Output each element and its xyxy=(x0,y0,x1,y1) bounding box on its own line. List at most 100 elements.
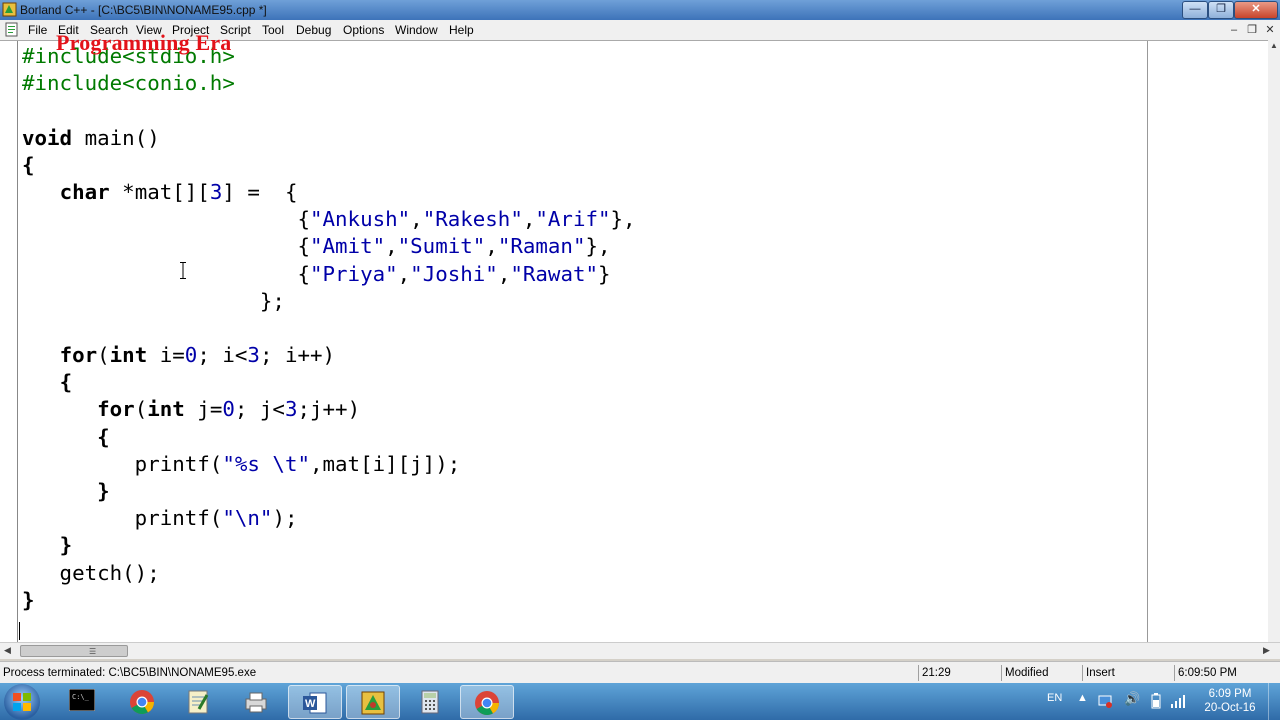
modified-indicator: Modified xyxy=(1005,667,1049,679)
windows-logo-icon xyxy=(13,693,31,711)
code-line[interactable]: char *mat[][3] = { xyxy=(22,179,636,206)
code-line[interactable]: void main() xyxy=(22,125,636,152)
taskbar-notepad[interactable] xyxy=(172,685,224,717)
taskbar-calculator[interactable] xyxy=(404,685,456,717)
svg-text:C:\_: C:\_ xyxy=(72,693,90,701)
code-line[interactable]: {"Ankush","Rakesh","Arif"}, xyxy=(22,206,636,233)
status-time: 6:09:50 PM xyxy=(1178,667,1237,679)
code-line[interactable]: printf("%s \t",mat[i][j]); xyxy=(22,451,636,478)
code-line[interactable]: } xyxy=(22,587,636,614)
show-desktop-button[interactable] xyxy=(1268,683,1280,720)
document-icon[interactable] xyxy=(4,22,19,37)
child-minimize-button[interactable]: – xyxy=(1226,23,1242,37)
status-separator xyxy=(1174,665,1175,681)
code-editor[interactable]: #include<stdio.h> #include<conio.h> void … xyxy=(0,30,1268,643)
code-line[interactable] xyxy=(22,97,636,124)
minimize-button[interactable]: — xyxy=(1182,1,1208,19)
code-line[interactable]: for(int j=0; j<3;j++) xyxy=(22,396,636,423)
code-line[interactable]: } xyxy=(22,478,636,505)
taskbar-chrome[interactable] xyxy=(116,685,168,717)
taskbar-word[interactable]: W xyxy=(288,685,342,719)
code-line[interactable]: printf("\n"); xyxy=(22,505,636,532)
horizontal-scrollbar[interactable]: ◀ ☰ ▶ xyxy=(0,642,1280,659)
code-token: , xyxy=(522,207,536,232)
status-message: Process terminated: C:\BC5\BIN\NONAME95.… xyxy=(3,667,257,679)
taskbar-cmd[interactable]: C:\_ xyxy=(56,685,108,717)
chrome-icon xyxy=(130,690,154,715)
command-prompt-icon: C:\_ xyxy=(69,689,95,711)
code-line[interactable] xyxy=(22,315,636,342)
child-restore-button[interactable]: ❐ xyxy=(1244,23,1260,37)
close-icon: ✕ xyxy=(1251,3,1261,15)
start-button[interactable] xyxy=(4,684,40,720)
network-signal-icon[interactable] xyxy=(1170,693,1186,709)
code-token: { xyxy=(22,152,35,177)
system-clock[interactable]: 6:09 PM 20-Oct-16 xyxy=(1200,687,1260,715)
code-line[interactable]: }; xyxy=(22,288,636,315)
editor-gutter-edge xyxy=(17,41,18,643)
menu-debug[interactable]: Debug xyxy=(296,23,331,37)
code-line[interactable]: #include<conio.h> xyxy=(22,70,636,97)
code-token: 3 xyxy=(209,179,223,204)
close-button[interactable]: ✕ xyxy=(1234,1,1278,19)
scroll-left-icon[interactable]: ◀ xyxy=(4,645,11,656)
code-line[interactable]: {"Amit","Sumit","Raman"}, xyxy=(22,233,636,260)
code-token: "Raman" xyxy=(497,234,586,259)
notepad-icon xyxy=(188,690,209,714)
code-line[interactable]: { xyxy=(22,369,636,396)
language-indicator[interactable]: EN xyxy=(1047,692,1062,704)
code-token: ( xyxy=(134,397,148,422)
code-line[interactable]: } xyxy=(22,532,636,559)
status-separator xyxy=(918,665,919,681)
maximize-button[interactable]: ❐ xyxy=(1208,1,1234,19)
calculator-icon xyxy=(421,690,439,714)
menu-tool[interactable]: Tool xyxy=(262,23,284,37)
code-token: } xyxy=(22,587,35,612)
chrome-icon xyxy=(475,691,499,716)
taskbar-chrome-2[interactable] xyxy=(460,685,514,719)
code-line[interactable]: { xyxy=(22,152,636,179)
menu-options[interactable]: Options xyxy=(343,23,384,37)
show-hidden-icons-icon[interactable]: ▲ xyxy=(1077,692,1088,704)
code-line[interactable]: { xyxy=(22,424,636,451)
cursor-position: 21:29 xyxy=(922,667,951,679)
menu-window[interactable]: Window xyxy=(395,23,438,37)
code-token: char xyxy=(59,179,110,204)
scrollbar-thumb[interactable]: ☰ xyxy=(20,645,128,657)
taskbar-printer[interactable] xyxy=(230,685,282,717)
code-token: ;j++) xyxy=(297,397,361,422)
menu-help[interactable]: Help xyxy=(449,23,474,37)
vertical-scrollbar[interactable]: ▲ xyxy=(1268,40,1280,642)
code-token: , xyxy=(385,234,398,259)
code-token: int xyxy=(109,343,148,368)
source-code[interactable]: #include<stdio.h> #include<conio.h> void … xyxy=(22,43,636,614)
code-token: #include<conio.h> xyxy=(22,71,235,96)
printer-icon xyxy=(245,692,267,713)
scroll-up-icon[interactable]: ▲ xyxy=(1268,40,1280,52)
code-token: { xyxy=(22,207,310,232)
code-token: 0 xyxy=(184,343,198,368)
ibeam-cursor-icon xyxy=(180,262,186,279)
code-token: "Rawat" xyxy=(510,261,599,286)
menu-file[interactable]: File xyxy=(28,23,47,37)
volume-icon[interactable]: 🔊 xyxy=(1124,691,1140,707)
code-token: }, xyxy=(610,207,636,232)
code-line[interactable]: {"Priya","Joshi","Rawat"} xyxy=(22,261,636,288)
svg-text:W: W xyxy=(305,698,316,710)
battery-icon[interactable] xyxy=(1150,693,1162,709)
action-center-icon[interactable] xyxy=(1097,693,1113,709)
code-token: j= xyxy=(184,397,223,422)
code-token: } xyxy=(59,533,73,558)
code-token: { xyxy=(97,424,110,449)
borland-app-icon xyxy=(2,2,17,17)
code-line[interactable]: getch(); xyxy=(22,560,636,587)
code-token: i= xyxy=(147,343,185,368)
code-token: , xyxy=(497,261,511,286)
child-close-button[interactable]: ✕ xyxy=(1262,23,1278,37)
taskbar-borland[interactable] xyxy=(346,685,400,719)
scroll-right-icon[interactable]: ▶ xyxy=(1263,645,1270,656)
code-line[interactable]: for(int i=0; i<3; i++) xyxy=(22,342,636,369)
restore-icon: ❐ xyxy=(1216,3,1226,15)
